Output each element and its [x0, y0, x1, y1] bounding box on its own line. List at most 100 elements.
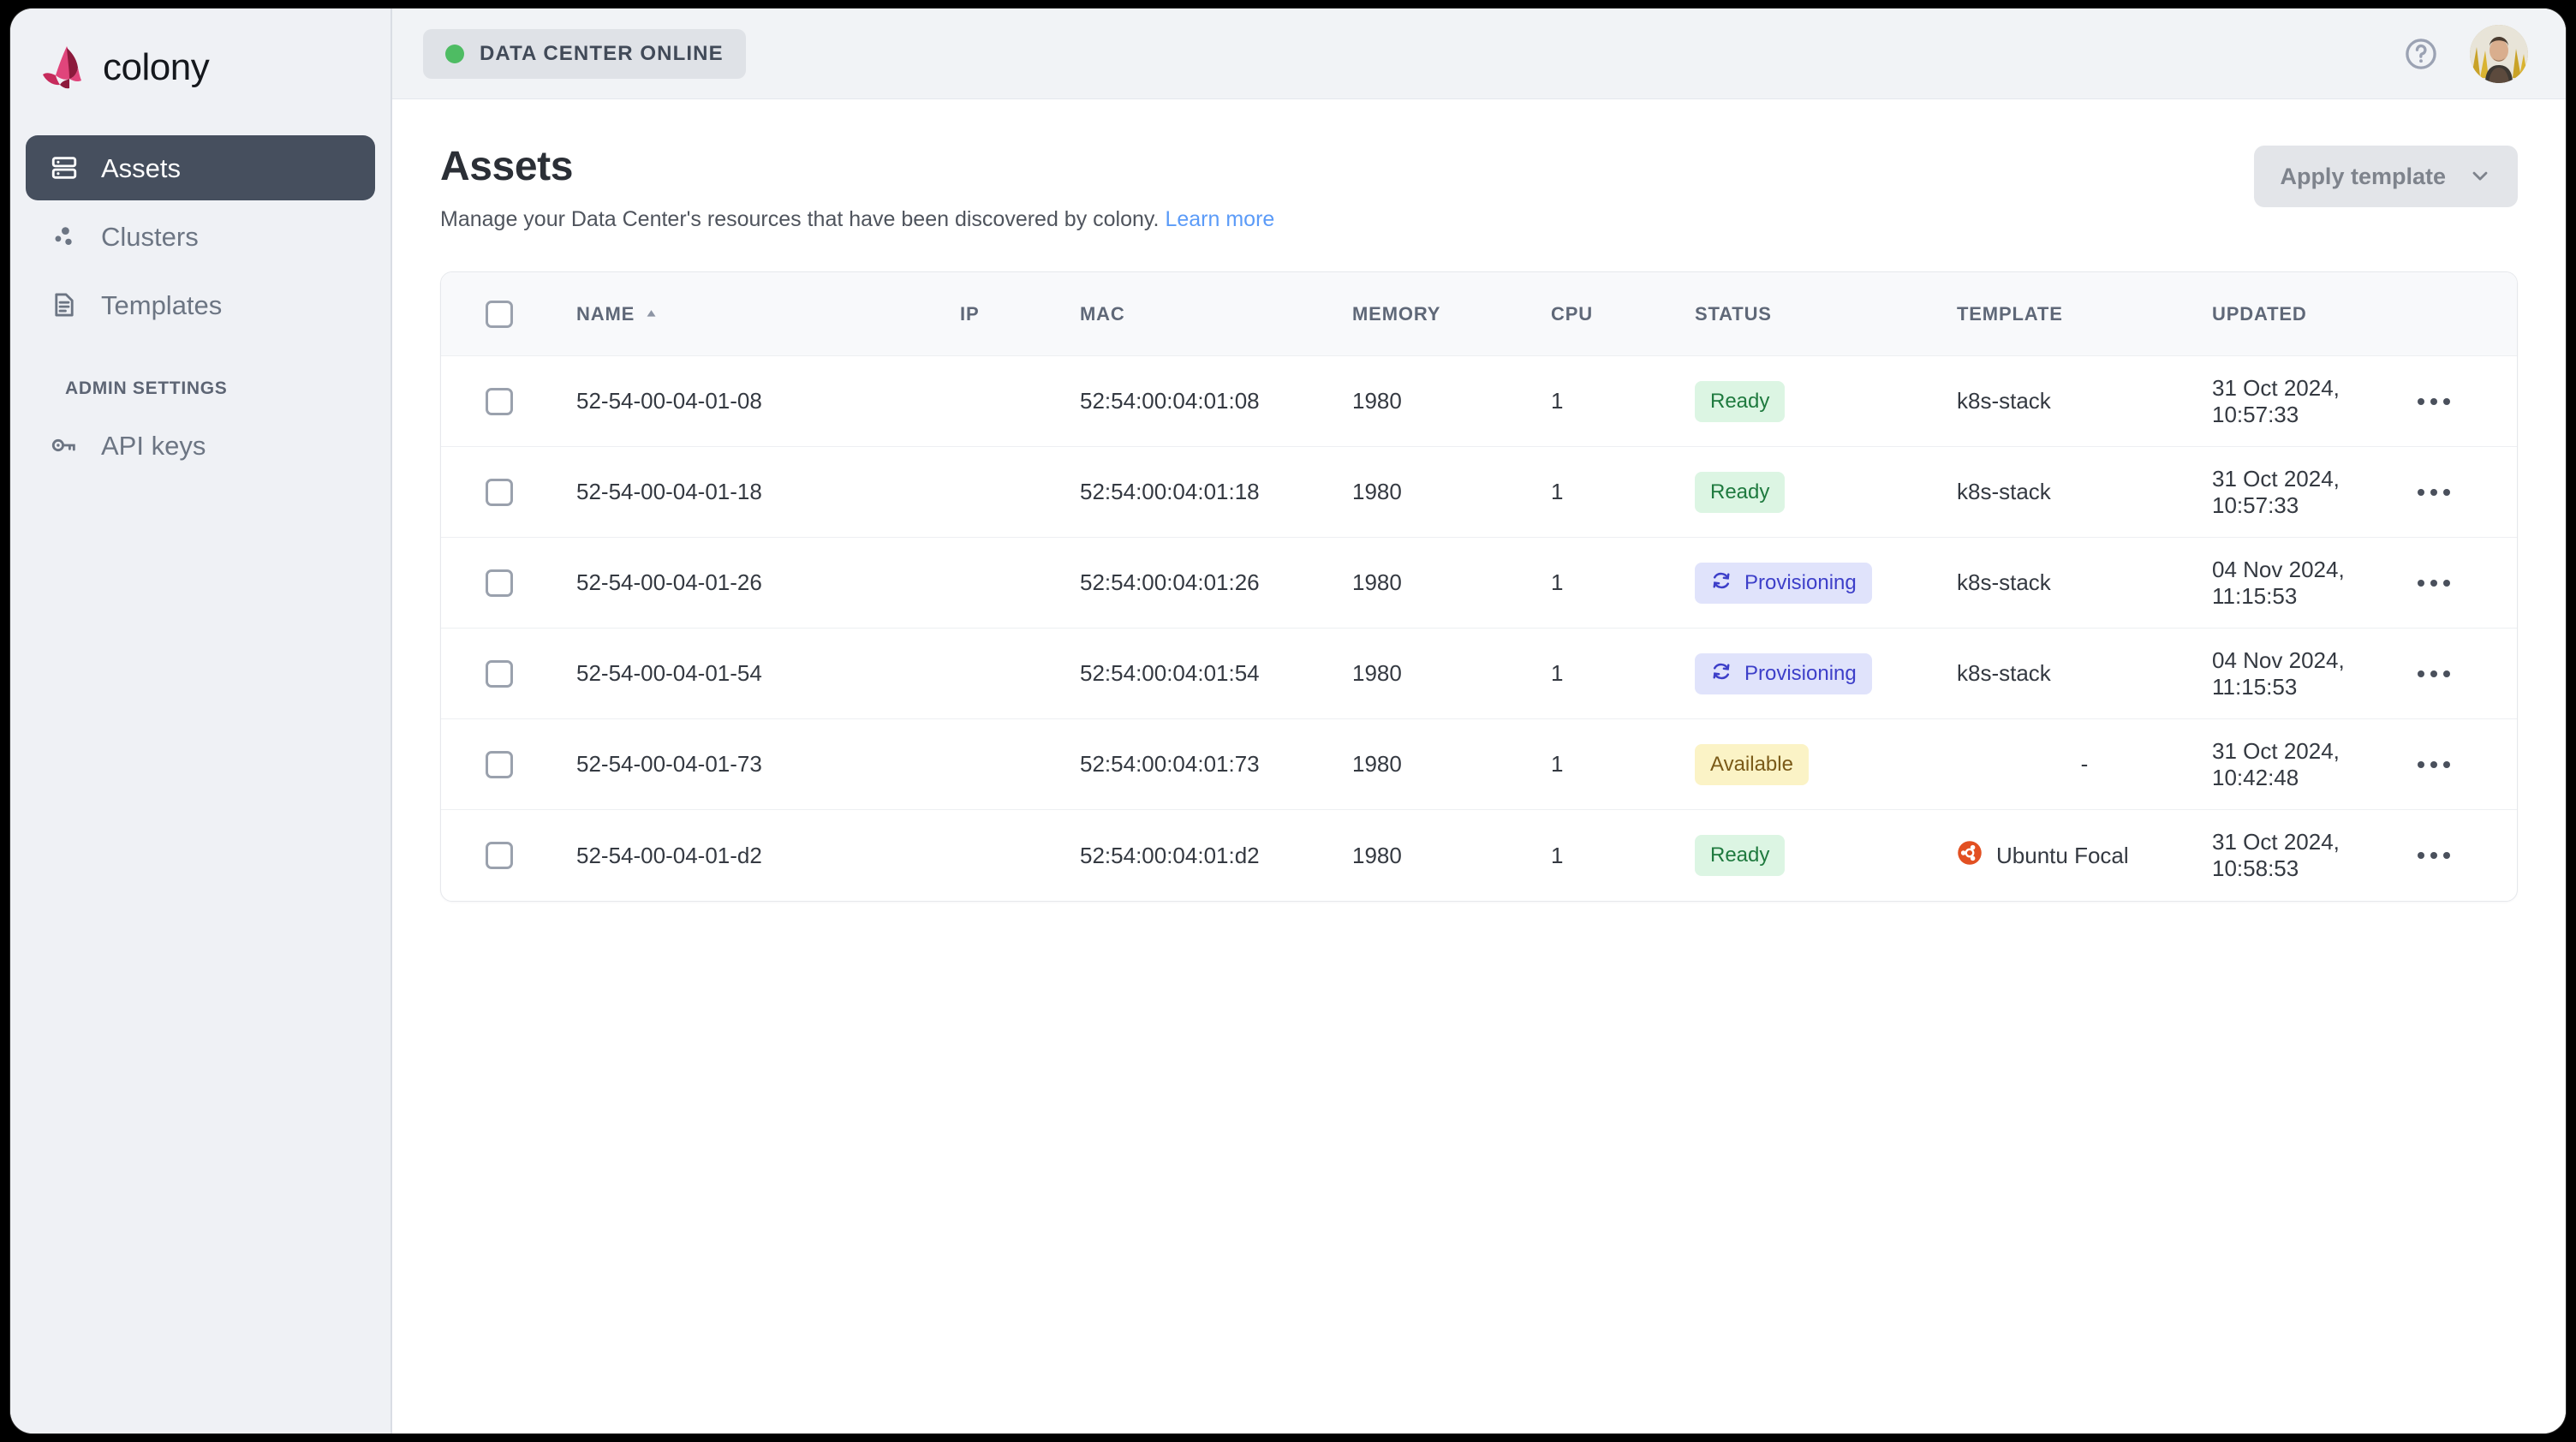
column-header-mac[interactable]: MAC: [1080, 272, 1352, 356]
page-heading-block: Assets Manage your Data Center's resourc…: [440, 144, 1274, 234]
status-dot-icon: [445, 44, 464, 63]
table-header: NAME IP MAC MEMORY CPU STATUS TEMPLATE U…: [441, 271, 2517, 356]
page-content: Assets Manage your Data Center's resourc…: [392, 99, 2566, 1433]
select-all-checkbox[interactable]: [486, 300, 513, 328]
row-checkbox[interactable]: [486, 750, 513, 778]
cell-updated: 31 Oct 2024, 10:57:33: [2212, 374, 2340, 427]
primary-nav: Assets Clusters Templates ADMIN SETTINGS…: [10, 135, 391, 478]
cell-cpu: 1: [1551, 842, 1564, 868]
column-header-memory[interactable]: MEMORY: [1352, 272, 1551, 356]
sidebar-item-assets[interactable]: Assets: [26, 135, 375, 200]
cell-status: Provisioning: [1695, 538, 1957, 629]
column-header-status[interactable]: STATUS: [1695, 272, 1957, 356]
cell-updated: 04 Nov 2024, 11:15:53: [2212, 647, 2345, 700]
table-row[interactable]: 52-54-00-04-01-d2 52:54:00:04:01:d2 1980…: [441, 809, 2517, 901]
row-select-cell: [441, 538, 576, 629]
sidebar-item-api-keys[interactable]: API keys: [26, 413, 375, 478]
status-badge[interactable]: DATA CENTER ONLINE: [423, 28, 746, 79]
column-header-template[interactable]: TEMPLATE: [1957, 272, 2212, 356]
cell-ip: [960, 447, 1080, 538]
column-header-actions: [2388, 272, 2517, 356]
cell-name: 52-54-00-04-01-d2: [576, 842, 762, 868]
app-window: colony Assets Clusters Templates ADMIN S…: [10, 9, 2566, 1433]
main-area: DATA CENTER ONLINE Assets Manage your Da…: [392, 9, 2566, 1433]
row-checkbox[interactable]: [486, 387, 513, 415]
provisioning-spinner-icon: [1710, 569, 1732, 596]
cell-status: Ready: [1695, 447, 1957, 538]
row-select-cell: [441, 719, 576, 810]
row-checkbox[interactable]: [486, 478, 513, 506]
template-label: k8s-stack: [1957, 660, 2051, 687]
sidebar-item-label: Assets: [101, 152, 182, 183]
assets-table: NAME IP MAC MEMORY CPU STATUS TEMPLATE U…: [441, 271, 2517, 901]
column-header-label: NAME: [576, 302, 635, 325]
status-badge: Available: [1695, 743, 1809, 785]
help-circle-icon[interactable]: [2403, 36, 2439, 72]
assets-table-card: NAME IP MAC MEMORY CPU STATUS TEMPLATE U…: [440, 271, 2518, 902]
cell-actions: [2388, 629, 2517, 719]
cell-template: k8s-stack: [1957, 356, 2212, 447]
status-badge-label: Ready: [1710, 480, 1770, 504]
cell-mac: 52:54:00:04:01:73: [1080, 751, 1260, 778]
status-badge-label: Available: [1710, 752, 1793, 776]
select-all-header: [441, 272, 576, 356]
column-header-name[interactable]: NAME: [576, 272, 960, 356]
page-title: Assets: [440, 144, 574, 189]
cell-updated: 31 Oct 2024, 10:58:53: [2212, 829, 2340, 882]
status-badge: Provisioning: [1695, 652, 1872, 694]
cell-actions: [2388, 538, 2517, 629]
cell-mac: 52:54:00:04:01:18: [1080, 479, 1260, 505]
cell-cpu: 1: [1551, 479, 1564, 505]
table-header-row: NAME IP MAC MEMORY CPU STATUS TEMPLATE U…: [441, 271, 2517, 356]
sidebar-item-clusters[interactable]: Clusters: [26, 204, 375, 269]
template-label: k8s-stack: [1957, 388, 2051, 414]
cell-template: Ubuntu Focal: [1957, 810, 2212, 901]
ellipsis-horizontal-icon[interactable]: [2402, 743, 2466, 786]
template-label: Ubuntu Focal: [1996, 842, 2129, 868]
row-checkbox[interactable]: [486, 569, 513, 597]
cell-ip: [960, 629, 1080, 719]
ellipsis-horizontal-icon[interactable]: [2402, 562, 2466, 605]
table-row[interactable]: 52-54-00-04-01-18 52:54:00:04:01:18 1980…: [441, 446, 2517, 538]
ellipsis-horizontal-icon[interactable]: [2402, 380, 2466, 423]
cell-name: 52-54-00-04-01-73: [576, 751, 762, 778]
brand-logo[interactable]: colony: [10, 9, 391, 98]
sidebar-item-templates[interactable]: Templates: [26, 272, 375, 337]
row-checkbox[interactable]: [486, 842, 513, 870]
cell-status: Available: [1695, 719, 1957, 810]
column-header-cpu[interactable]: CPU: [1551, 272, 1695, 356]
status-badge: Ready: [1695, 380, 1786, 422]
column-header-ip[interactable]: IP: [960, 272, 1080, 356]
apply-template-label: Apply template: [2280, 163, 2446, 189]
cell-updated: 04 Nov 2024, 11:15:53: [2212, 556, 2345, 609]
cell-updated: 31 Oct 2024, 10:42:48: [2212, 737, 2340, 790]
sidebar-item-label: Templates: [101, 289, 223, 320]
column-header-updated[interactable]: UPDATED: [2212, 272, 2388, 356]
avatar[interactable]: [2470, 24, 2528, 83]
cell-cpu: 1: [1551, 751, 1564, 778]
page-subtitle-text: Manage your Data Center's resources that…: [440, 207, 1160, 232]
apply-template-button[interactable]: Apply template: [2254, 146, 2518, 207]
row-checkbox[interactable]: [486, 659, 513, 688]
document-icon: [48, 289, 80, 321]
cell-status: Ready: [1695, 356, 1957, 447]
template-label: k8s-stack: [1957, 479, 2051, 505]
table-row[interactable]: 52-54-00-04-01-08 52:54:00:04:01:08 1980…: [441, 355, 2517, 447]
ellipsis-horizontal-icon[interactable]: [2402, 652, 2466, 695]
ellipsis-horizontal-icon[interactable]: [2402, 471, 2466, 514]
ellipsis-horizontal-icon[interactable]: [2402, 834, 2466, 877]
cell-cpu: 1: [1551, 569, 1564, 596]
table-row[interactable]: 52-54-00-04-01-26 52:54:00:04:01:26 1980…: [441, 537, 2517, 629]
learn-more-link[interactable]: Learn more: [1165, 207, 1274, 231]
cell-cpu: 1: [1551, 660, 1564, 687]
ubuntu-logo-icon: [1957, 840, 1983, 872]
cell-name: 52-54-00-04-01-08: [576, 388, 762, 414]
cluster-dots-icon: [48, 220, 80, 253]
table-row[interactable]: 52-54-00-04-01-73 52:54:00:04:01:73 1980…: [441, 718, 2517, 810]
cell-actions: [2388, 810, 2517, 901]
table-row[interactable]: 52-54-00-04-01-54 52:54:00:04:01:54 1980…: [441, 628, 2517, 719]
cell-template: k8s-stack: [1957, 629, 2212, 719]
cell-ip: [960, 356, 1080, 447]
cell-mac: 52:54:00:04:01:d2: [1080, 842, 1260, 868]
chevron-down-icon: [2468, 164, 2492, 190]
